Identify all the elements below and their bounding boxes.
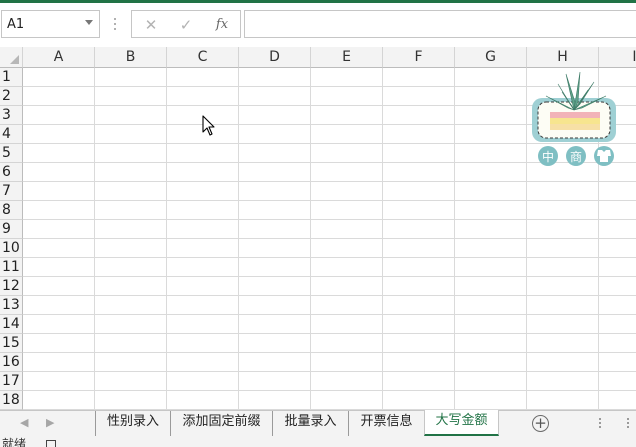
row-header-16[interactable]: 16: [0, 353, 23, 372]
macro-record-icon[interactable]: [46, 440, 56, 447]
sticker-label-2: 商: [570, 149, 582, 164]
tab-split-handle[interactable]: [599, 418, 602, 430]
row-header-8[interactable]: 8: [0, 201, 23, 220]
column-header-h[interactable]: H: [527, 47, 599, 68]
scroll-tabs-left-icon[interactable]: ◀: [20, 416, 28, 429]
row-header-1[interactable]: 1: [0, 68, 23, 87]
row-gridline: [23, 219, 636, 220]
column-header-c[interactable]: C: [167, 47, 239, 68]
enter-check-icon[interactable]: ✓: [174, 15, 198, 35]
sheet-tab[interactable]: 开票信息: [348, 411, 424, 436]
column-gridline: [310, 68, 311, 410]
sheet-tab-bar: ◀ ▶ 性别录入 添加固定前缀 批量录入 开票信息 大写金额 +: [0, 410, 636, 436]
formula-buttons: ✕ ✓ fx: [131, 10, 241, 38]
column-header-d[interactable]: D: [239, 47, 311, 68]
row-header-14[interactable]: 14: [0, 315, 23, 334]
row-gridline: [23, 200, 636, 201]
row-header-13[interactable]: 13: [0, 296, 23, 315]
column-gridline: [166, 68, 167, 410]
row-gridline: [23, 371, 636, 372]
row-gridline: [23, 276, 636, 277]
row-header-17[interactable]: 17: [0, 372, 23, 391]
row-header-11[interactable]: 11: [0, 258, 23, 277]
column-gridline: [238, 68, 239, 410]
column-header-b[interactable]: B: [95, 47, 167, 68]
row-header-4[interactable]: 4: [0, 125, 23, 144]
row-gridline: [23, 295, 636, 296]
row-header-10[interactable]: 10: [0, 239, 23, 258]
status-bar: 就绪: [0, 436, 636, 447]
row-header-7[interactable]: 7: [0, 182, 23, 201]
row-gridline: [23, 181, 636, 182]
row-header-9[interactable]: 9: [0, 220, 23, 239]
row-gridline: [23, 257, 636, 258]
chevron-down-icon[interactable]: [85, 20, 93, 25]
formula-bar: A1 ✕ ✓ fx: [0, 3, 636, 47]
row-header-12[interactable]: 12: [0, 277, 23, 296]
status-text: 就绪: [2, 437, 27, 447]
column-header-f[interactable]: F: [383, 47, 455, 68]
name-box[interactable]: A1: [1, 10, 100, 38]
column-gridline: [94, 68, 95, 410]
row-header-18[interactable]: 18: [0, 391, 23, 410]
column-gridline: [526, 68, 527, 410]
name-box-value: A1: [7, 17, 25, 32]
row-header-2[interactable]: 2: [0, 87, 23, 106]
column-header-e[interactable]: E: [311, 47, 383, 68]
sheet-tab[interactable]: 批量录入: [272, 411, 348, 436]
column-header-i[interactable]: I: [599, 47, 636, 68]
row-gridline: [23, 314, 636, 315]
more-options-icon[interactable]: [114, 18, 117, 32]
row-gridline: [23, 352, 636, 353]
sheet-tab[interactable]: 大写金额: [424, 410, 499, 436]
scroll-tabs-right-icon[interactable]: ▶: [46, 416, 54, 429]
formula-input[interactable]: [244, 10, 636, 38]
sticker-label-1: 中: [542, 149, 554, 164]
row-gridline: [23, 333, 636, 334]
row-header-3[interactable]: 3: [0, 106, 23, 125]
column-header-g[interactable]: G: [455, 47, 527, 68]
insert-function-icon[interactable]: fx: [210, 15, 234, 35]
row-header-5[interactable]: 5: [0, 144, 23, 163]
succulent-plant-icon: 中 商: [532, 71, 616, 166]
sheet-tab[interactable]: 添加固定前缀: [170, 411, 272, 436]
row-header-6[interactable]: 6: [0, 163, 23, 182]
sheet-tab[interactable]: 性别录入: [95, 411, 170, 436]
add-sheet-icon[interactable]: +: [532, 415, 549, 432]
more-tabs-handle[interactable]: [627, 418, 630, 430]
row-gridline: [23, 238, 636, 239]
row-gridline: [23, 390, 636, 391]
mouse-cursor-icon: [202, 115, 215, 136]
select-all-corner[interactable]: [0, 47, 23, 68]
cancel-icon[interactable]: ✕: [139, 15, 163, 35]
column-gridline: [382, 68, 383, 410]
column-gridline: [454, 68, 455, 410]
row-header-15[interactable]: 15: [0, 334, 23, 353]
column-header-a[interactable]: A: [23, 47, 95, 68]
